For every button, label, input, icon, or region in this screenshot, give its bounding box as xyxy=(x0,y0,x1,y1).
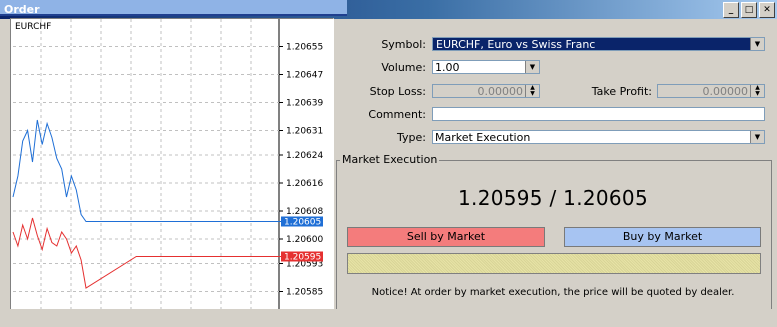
take-profit-value: 0.00000 xyxy=(702,85,749,98)
type-label: Type: xyxy=(397,131,426,144)
ask-line xyxy=(12,119,281,222)
close-button[interactable]: ✕ xyxy=(759,2,775,18)
title-bar-highlight xyxy=(0,0,347,16)
take-profit-spinner[interactable]: ▲ ▼ xyxy=(750,85,764,97)
comment-label: Comment: xyxy=(368,108,426,121)
chevron-down-icon[interactable]: ▼ xyxy=(525,61,539,73)
symbol-label: Symbol: xyxy=(381,38,426,51)
window-controls: _ □ ✕ xyxy=(723,2,775,18)
comment-input[interactable] xyxy=(432,107,765,121)
sell-by-market-button[interactable]: Sell by Market xyxy=(347,227,545,247)
maximize-button[interactable]: □ xyxy=(741,2,757,18)
stop-loss-field[interactable]: 0.00000 ▲ ▼ xyxy=(432,84,540,98)
confirm-order-button[interactable] xyxy=(347,253,761,274)
bid-price-marker-label: 1.20595 xyxy=(284,253,321,263)
type-value: Market Execution xyxy=(435,131,531,144)
buy-by-market-button[interactable]: Buy by Market xyxy=(564,227,761,247)
volume-label: Volume: xyxy=(381,61,426,74)
tick-chart-canvas: 1.20655 1.20647 1.20639 1.20631 1.20624 1.206… xyxy=(12,19,323,309)
volume-value: 1.00 xyxy=(435,61,460,74)
chevron-down-icon[interactable]: ▼ xyxy=(750,131,764,143)
take-profit-field[interactable]: 0.00000 ▲ ▼ xyxy=(657,84,765,98)
price-tick-label: 1.20647 xyxy=(286,71,323,81)
chevron-down-icon[interactable]: ▼ xyxy=(750,38,764,50)
stop-loss-value: 0.00000 xyxy=(477,85,524,98)
price-tick-label: 1.20616 xyxy=(286,179,323,189)
bid-line xyxy=(12,217,281,289)
execution-notice: Notice! At order by market execution, th… xyxy=(371,287,735,298)
symbol-select[interactable]: EURCHF, Euro vs Swiss Franc ▼ xyxy=(432,37,765,51)
minimize-button[interactable]: _ xyxy=(723,2,739,18)
tick-chart: 1.20655 1.20647 1.20639 1.20631 1.20624 1.206… xyxy=(10,18,334,309)
take-profit-label: Take Profit: xyxy=(591,85,652,98)
price-tick-label: 1.20639 xyxy=(286,99,323,109)
market-execution-title: Market Execution xyxy=(340,153,440,166)
window-title: Order xyxy=(4,3,40,16)
price-tick-label: 1.20608 xyxy=(286,207,323,217)
price-tick-label: 1.20624 xyxy=(286,151,323,161)
price-tick-label: 1.20631 xyxy=(286,127,323,137)
price-tick-label: 1.20585 xyxy=(286,288,323,298)
chart-symbol-label: EURCHF xyxy=(15,22,51,32)
type-select[interactable]: Market Execution ▼ xyxy=(432,130,765,144)
price-tick-label: 1.20600 xyxy=(286,235,323,245)
title-bar: Order _ □ ✕ xyxy=(0,0,777,19)
stop-loss-spinner[interactable]: ▲ ▼ xyxy=(525,85,539,97)
symbol-value: EURCHF, Euro vs Swiss Franc xyxy=(436,38,596,51)
price-tick-label: 1.20655 xyxy=(286,43,323,53)
stop-loss-label: Stop Loss: xyxy=(369,85,426,98)
ask-price-marker-label: 1.20605 xyxy=(284,218,321,228)
bid-ask-prices: 1.20595 / 1.20605 xyxy=(458,186,648,210)
volume-select[interactable]: 1.00 ▼ xyxy=(432,60,540,74)
